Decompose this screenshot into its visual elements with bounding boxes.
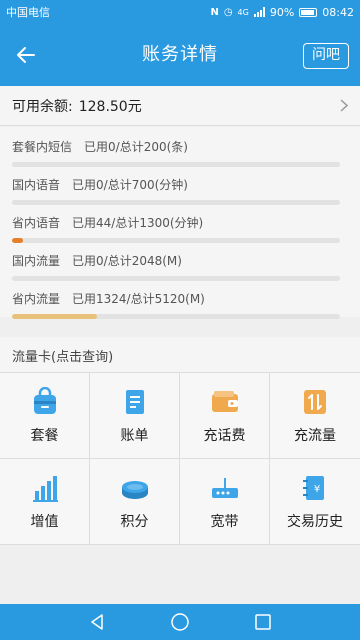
svg-text:¥: ¥ bbox=[314, 484, 320, 495]
nav-recents-icon[interactable] bbox=[254, 613, 272, 631]
grid-item-label: 积分 bbox=[120, 513, 149, 530]
grid-item-label: 账单 bbox=[120, 427, 149, 444]
grid-item-label: 交易历史 bbox=[287, 513, 343, 530]
back-button[interactable] bbox=[6, 36, 46, 74]
usage-value: 已用44/总计1300(分钟) bbox=[72, 216, 204, 230]
usage-item-province-data: 省内流量 已用1324/总计5120(M) bbox=[12, 279, 348, 319]
network-type: 4G bbox=[237, 7, 249, 17]
grid-item-label: 套餐 bbox=[30, 427, 59, 444]
chevron-right-icon bbox=[340, 99, 348, 112]
usage-item-national-data: 国内流量 已用0/总计2048(M) bbox=[12, 241, 348, 281]
grid-item-label: 增值 bbox=[30, 513, 59, 530]
carrier-name: 中国电信 bbox=[6, 6, 50, 19]
wallet-icon bbox=[211, 390, 238, 412]
signal-icon bbox=[253, 7, 265, 17]
nav-back-icon[interactable] bbox=[88, 613, 106, 631]
package-bag-icon bbox=[33, 386, 56, 414]
usage-item-sms: 套餐内短信 已用0/总计200(条) bbox=[12, 127, 348, 167]
flow-card-query[interactable]: 流量卡(点击查询) bbox=[0, 337, 360, 372]
ask-button[interactable]: 问吧 bbox=[303, 43, 349, 69]
app-bar: 账务详情 问吧 bbox=[0, 24, 360, 86]
grid-item-value-added[interactable]: 增值 bbox=[0, 459, 90, 545]
grid-item-recharge-data[interactable]: 充流量 bbox=[270, 373, 360, 459]
usage-label: 省内语音 bbox=[12, 216, 61, 230]
router-icon bbox=[211, 477, 238, 498]
usage-list: 套餐内短信 已用0/总计200(条) 国内语音 已用0/总计700(分钟) 省内语音… bbox=[0, 127, 360, 319]
grid-item-bill[interactable]: 账单 bbox=[90, 373, 180, 459]
status-bar: 中国电信 N ◷ 4G 90% 08:42 bbox=[0, 0, 360, 24]
usage-item-national-voice: 国内语音 已用0/总计700(分钟) bbox=[12, 165, 348, 205]
function-grid: 套餐 账单 充话费 充流量 增值 积分 宽带 ¥ 交易历史 bbox=[0, 372, 360, 545]
bill-document-icon bbox=[125, 389, 144, 414]
grid-item-recharge-phone[interactable]: 充话费 bbox=[180, 373, 270, 459]
usage-progress-bar bbox=[12, 314, 340, 319]
usage-label: 国内语音 bbox=[12, 178, 61, 192]
usage-progress-fill bbox=[12, 314, 97, 319]
status-icons: N ◷ 4G 90% 08:42 bbox=[210, 6, 354, 19]
grid-item-points[interactable]: 积分 bbox=[90, 459, 180, 545]
usage-item-province-voice: 省内语音 已用44/总计1300(分钟) bbox=[12, 203, 348, 243]
clock: 08:42 bbox=[322, 5, 354, 19]
battery-icon bbox=[299, 7, 318, 17]
usage-label: 省内流量 bbox=[12, 292, 61, 306]
usage-value: 已用1324/总计5120(M) bbox=[72, 292, 205, 306]
usage-label: 国内流量 bbox=[12, 254, 61, 268]
grid-item-label: 充流量 bbox=[294, 427, 336, 444]
data-exchange-icon bbox=[304, 389, 326, 414]
grid-item-broadband[interactable]: 宽带 bbox=[180, 459, 270, 545]
system-nav-bar bbox=[0, 604, 360, 640]
usage-value: 已用0/总计2048(M) bbox=[72, 254, 182, 268]
balance-row[interactable]: 可用余额: 128.50元 bbox=[0, 86, 360, 126]
usage-label: 套餐内短信 bbox=[12, 140, 73, 154]
grid-item-label: 宽带 bbox=[210, 513, 239, 530]
balance-label: 可用余额: bbox=[12, 98, 73, 115]
nfc-icon: N bbox=[210, 6, 219, 18]
grid-item-package[interactable]: 套餐 bbox=[0, 373, 90, 459]
bar-chart-icon bbox=[32, 475, 58, 502]
grid-item-label: 充话费 bbox=[203, 427, 246, 444]
usage-value: 已用0/总计200(条) bbox=[84, 140, 188, 154]
coins-icon bbox=[121, 480, 148, 499]
back-arrow-icon bbox=[17, 47, 35, 63]
grid-item-transaction-history[interactable]: ¥ 交易历史 bbox=[270, 459, 360, 545]
battery-percent: 90% bbox=[269, 5, 295, 19]
alarm-icon: ◷ bbox=[223, 6, 233, 18]
nav-home-icon[interactable] bbox=[170, 612, 190, 632]
balance-value: 128.50元 bbox=[78, 98, 142, 115]
transaction-history-icon: ¥ bbox=[303, 475, 324, 500]
usage-value: 已用0/总计700(分钟) bbox=[72, 178, 188, 192]
